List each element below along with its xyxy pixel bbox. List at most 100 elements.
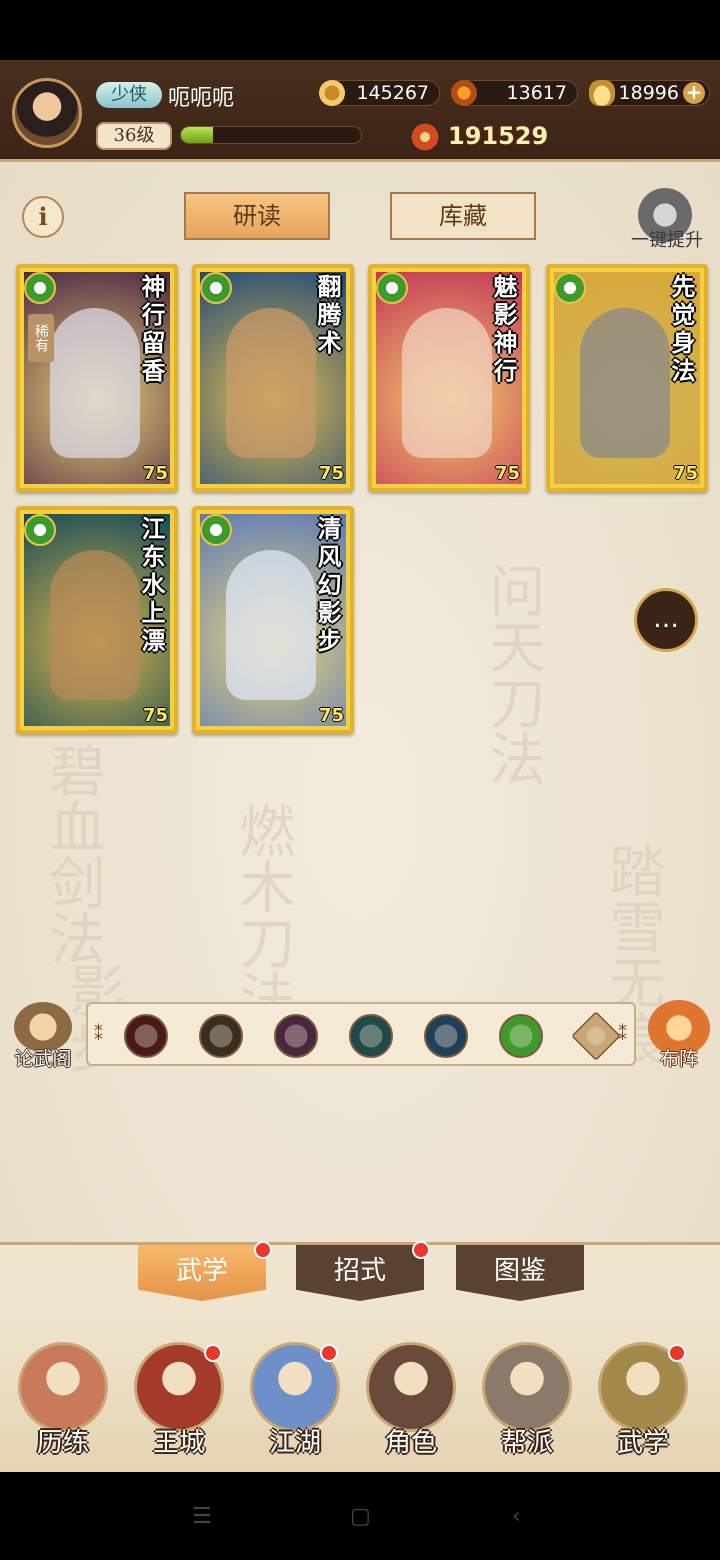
card-title: 魅影神行 (489, 274, 518, 386)
technique-card[interactable]: 魅影神行 75 (368, 264, 530, 492)
nav-item[interactable]: 武学 (588, 1322, 698, 1462)
gold-ingot-value: 18996 (618, 82, 679, 104)
formation-button[interactable]: 布阵 (642, 1000, 716, 1072)
card-title: 江东水上漂 (137, 516, 166, 656)
add-gold-button[interactable]: + (683, 82, 705, 104)
element-filter-icon[interactable] (424, 1014, 468, 1058)
bg-calligraphy: 碧血剑法 (40, 742, 105, 966)
formation-label: 布阵 (659, 1048, 698, 1070)
nav-icon (366, 1342, 456, 1432)
card-level: 75 (318, 705, 344, 726)
coin-value: 145267 (356, 82, 429, 104)
nav-item[interactable]: 角色 (356, 1322, 466, 1462)
exp-fill (181, 127, 214, 143)
nav-label: 江湖 (268, 1428, 321, 1458)
tab-storage[interactable]: 库藏 (390, 192, 536, 240)
chat-button[interactable]: … (634, 588, 698, 652)
card-figure (50, 308, 140, 458)
card-figure (50, 550, 140, 700)
card-figure (580, 308, 670, 458)
nav-icon (482, 1342, 572, 1432)
nav-label: 帮派 (500, 1428, 553, 1458)
notification-dot (204, 1344, 222, 1362)
card-level: 75 (142, 463, 168, 484)
info-button[interactable]: i (22, 196, 64, 238)
main-area: 碧血剑法 燃木刀法 问天刀法 踏雪无痕 影步 i 研读 库藏 一键提升 稀有神行… (0, 162, 720, 1242)
element-filter-icon[interactable] (571, 1011, 621, 1061)
card-level: 75 (142, 705, 168, 726)
back-icon[interactable]: ‹ (512, 1504, 521, 1529)
fire-icon (451, 80, 477, 106)
subtab-wuxue[interactable]: 武学 (138, 1245, 266, 1301)
notification-dot (254, 1241, 272, 1259)
home-icon[interactable]: ▢ (350, 1504, 371, 1529)
bg-calligraphy: 燃木刀法 (230, 802, 295, 1026)
nav-item[interactable]: 王城 (124, 1322, 234, 1462)
exp-bar (180, 126, 362, 144)
element-filter-icon[interactable] (199, 1014, 243, 1058)
subtab-zhaoshi[interactable]: 招式 (296, 1245, 424, 1301)
technique-card[interactable]: 翻腾术 75 (192, 264, 354, 492)
recent-apps-icon[interactable]: ☰ (192, 1504, 212, 1529)
fire-value: 13617 (506, 82, 567, 104)
upgrade-label: 一键提升 (631, 230, 703, 251)
system-nav-bar: ☰ ▢ ‹ (0, 1472, 720, 1560)
card-figure (402, 308, 492, 458)
coin-icon (319, 80, 345, 106)
card-title: 清风幻影步 (313, 516, 342, 656)
nav-item[interactable]: 历练 (8, 1322, 118, 1462)
nav-label: 武学 (616, 1428, 669, 1458)
technique-type-icon (24, 514, 56, 546)
technique-card[interactable]: 清风幻影步 75 (192, 506, 354, 734)
notification-dot (412, 1241, 430, 1259)
sub-tabs: 武学 招式 图鉴 (0, 1241, 720, 1312)
nav-item[interactable]: 帮派 (472, 1322, 582, 1462)
player-name: 呃呃呃 (168, 86, 235, 111)
gold-ingot-counter: 18996 + (589, 80, 710, 106)
technique-card[interactable]: 先觉身法 75 (546, 264, 708, 492)
technique-card[interactable]: 江东水上漂 75 (16, 506, 178, 734)
element-filter-icon[interactable] (499, 1014, 543, 1058)
technique-type-icon (554, 272, 586, 304)
card-title: 翻腾术 (313, 274, 342, 358)
card-level: 75 (672, 463, 698, 484)
bottom-nav: 历练 王城 江湖 角色 帮派 武学 (0, 1312, 720, 1472)
lunwuge-button[interactable]: 论武阁 (6, 1002, 80, 1072)
card-title: 先觉身法 (667, 274, 696, 386)
tab-study[interactable]: 研读 (184, 192, 330, 240)
element-filter-icon[interactable] (349, 1014, 393, 1058)
subtab-tujian[interactable]: 图鉴 (456, 1245, 584, 1301)
combat-power: 191529 (448, 122, 549, 150)
element-filter-bar: ⁑ ⁑ (86, 1002, 636, 1066)
card-level: 75 (494, 463, 520, 484)
status-bar (0, 0, 720, 60)
player-level: 36级 (96, 122, 172, 150)
rare-tag: 稀有 (28, 314, 54, 362)
card-title: 神行留香 (137, 274, 166, 386)
fire-counter: 13617 (451, 80, 578, 106)
technique-type-icon (376, 272, 408, 304)
technique-type-icon (200, 272, 232, 304)
player-avatar[interactable] (12, 78, 82, 148)
gold-ingot-icon (589, 80, 615, 106)
technique-type-icon (200, 514, 232, 546)
notification-dot (668, 1344, 686, 1362)
element-filter-icon[interactable] (274, 1014, 318, 1058)
lunwuge-label: 论武阁 (14, 1048, 72, 1070)
technique-type-icon (24, 272, 56, 304)
bar-left-handle: ⁑ (94, 1024, 103, 1045)
nav-item[interactable]: 江湖 (240, 1322, 350, 1462)
nav-label: 角色 (384, 1428, 437, 1458)
coin-counter: 145267 (319, 80, 440, 106)
nav-label: 历练 (36, 1428, 89, 1458)
bar-right-handle: ⁑ (618, 1024, 627, 1045)
notification-dot (320, 1344, 338, 1362)
nav-label: 王城 (152, 1428, 205, 1458)
one-click-upgrade-button[interactable]: 一键提升 (622, 188, 712, 252)
card-figure (226, 308, 316, 458)
card-figure (226, 550, 316, 700)
nav-icon (18, 1342, 108, 1432)
technique-card[interactable]: 稀有 神行留香 75 (16, 264, 178, 492)
element-filter-icon[interactable] (124, 1014, 168, 1058)
top-header: 少侠 呃呃呃 145267 13617 18996 + 36级 191529 (0, 60, 720, 162)
